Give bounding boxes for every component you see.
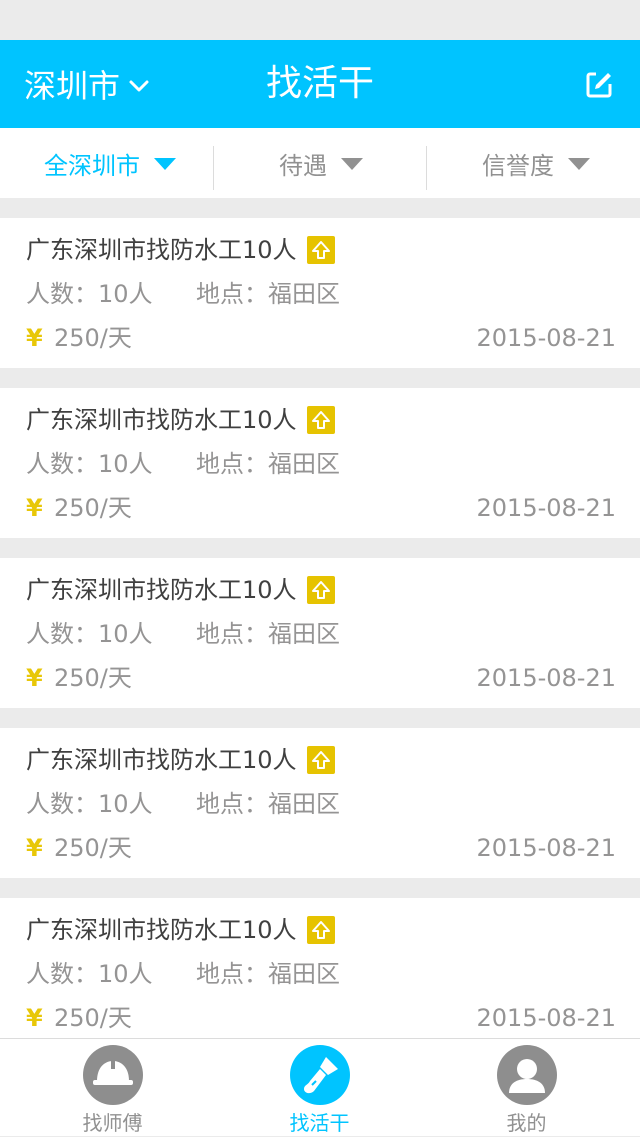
up-arrow-badge-icon bbox=[306, 576, 335, 604]
up-arrow-badge-icon bbox=[306, 406, 335, 434]
divider bbox=[213, 146, 214, 190]
filter-region[interactable]: 全深圳市 bbox=[44, 128, 176, 198]
job-card[interactable]: 广东深圳市找防水工10人 人数：10人 地点：福田区 ¥250/天 2015-08-21 bbox=[0, 728, 640, 878]
job-card[interactable]: 广东深圳市找防水工10人 人数：10人 地点：福田区 ¥250/天 2015-08-21 bbox=[0, 898, 640, 1048]
yuan-icon: ¥ bbox=[26, 664, 43, 692]
job-location: 地点：福田区 bbox=[196, 790, 340, 818]
up-arrow-badge-icon bbox=[306, 236, 335, 264]
divider bbox=[426, 146, 427, 190]
edit-icon[interactable] bbox=[586, 70, 614, 98]
job-wage: 250/天 bbox=[54, 664, 132, 692]
job-title-text: 广东深圳市找防水工10人 bbox=[26, 746, 297, 774]
tab-label: 找活干 bbox=[289, 1111, 350, 1135]
job-title: 广东深圳市找防水工10人 bbox=[26, 742, 335, 778]
job-people: 人数：10人 bbox=[26, 960, 153, 988]
job-people: 人数：10人 bbox=[26, 280, 153, 308]
job-location: 地点：福田区 bbox=[196, 280, 340, 308]
job-date: 2015-08-21 bbox=[476, 664, 616, 692]
job-wage: 250/天 bbox=[54, 494, 132, 522]
user-icon bbox=[496, 1045, 557, 1105]
job-people: 人数：10人 bbox=[26, 790, 153, 818]
job-wage: 250/天 bbox=[54, 324, 132, 352]
tab-find-master[interactable]: 找师傅 bbox=[6, 1039, 219, 1137]
tab-find-job[interactable]: 找活干 bbox=[213, 1039, 426, 1137]
job-title: 广东深圳市找防水工10人 bbox=[26, 912, 335, 948]
job-card[interactable]: 广东深圳市找防水工10人 人数：10人 地点：福田区 ¥250/天 2015-08-21 bbox=[0, 218, 640, 368]
job-location: 地点：福田区 bbox=[196, 620, 340, 648]
tab-label: 找师傅 bbox=[82, 1111, 143, 1135]
job-location: 地点：福田区 bbox=[196, 960, 340, 988]
up-arrow-badge-icon bbox=[306, 916, 335, 944]
up-arrow-badge-icon bbox=[306, 746, 335, 774]
app-header: 深圳市 找活干 bbox=[0, 40, 640, 128]
job-card[interactable]: 广东深圳市找防水工10人 人数：10人 地点：福田区 ¥250/天 2015-08-21 bbox=[0, 388, 640, 538]
job-people: 人数：10人 bbox=[26, 620, 153, 648]
job-location: 地点：福田区 bbox=[196, 450, 340, 478]
job-date: 2015-08-21 bbox=[476, 834, 616, 862]
yuan-icon: ¥ bbox=[26, 494, 43, 522]
page-title: 找活干 bbox=[265, 63, 374, 104]
filter-pay-label: 待遇 bbox=[279, 151, 327, 180]
brush-icon bbox=[289, 1045, 350, 1105]
filter-credit-label: 信誉度 bbox=[482, 151, 554, 180]
job-date: 2015-08-21 bbox=[476, 494, 616, 522]
tab-label: 我的 bbox=[506, 1111, 547, 1135]
filter-bar: 全深圳市 待遇 信誉度 bbox=[0, 128, 640, 198]
job-title-text: 广东深圳市找防水工10人 bbox=[26, 236, 297, 264]
job-title-text: 广东深圳市找防水工10人 bbox=[26, 406, 297, 434]
job-date: 2015-08-21 bbox=[476, 324, 616, 352]
job-people: 人数：10人 bbox=[26, 450, 153, 478]
status-bar bbox=[0, 0, 640, 40]
filter-region-label: 全深圳市 bbox=[44, 151, 140, 180]
yuan-icon: ¥ bbox=[26, 834, 43, 862]
job-title: 广东深圳市找防水工10人 bbox=[26, 572, 335, 608]
job-wage: 250/天 bbox=[54, 834, 132, 862]
triangle-down-icon bbox=[154, 158, 176, 170]
job-title: 广东深圳市找防水工10人 bbox=[26, 232, 335, 268]
hard-hat-icon bbox=[82, 1045, 143, 1105]
job-wage: 250/天 bbox=[54, 1004, 132, 1032]
triangle-down-icon bbox=[568, 158, 590, 170]
yuan-icon: ¥ bbox=[26, 1004, 43, 1032]
job-title: 广东深圳市找防水工10人 bbox=[26, 402, 335, 438]
job-title-text: 广东深圳市找防水工10人 bbox=[26, 576, 297, 604]
tab-mine[interactable]: 我的 bbox=[420, 1039, 633, 1137]
yuan-icon: ¥ bbox=[26, 324, 43, 352]
job-title-text: 广东深圳市找防水工10人 bbox=[26, 916, 297, 944]
job-card[interactable]: 广东深圳市找防水工10人 人数：10人 地点：福田区 ¥250/天 2015-08-21 bbox=[0, 558, 640, 708]
tab-bar: 找师傅 找活干 我的 bbox=[0, 1038, 640, 1136]
triangle-down-icon bbox=[341, 158, 363, 170]
filter-credit[interactable]: 信誉度 bbox=[482, 128, 590, 198]
job-date: 2015-08-21 bbox=[476, 1004, 616, 1032]
filter-pay[interactable]: 待遇 bbox=[279, 128, 363, 198]
